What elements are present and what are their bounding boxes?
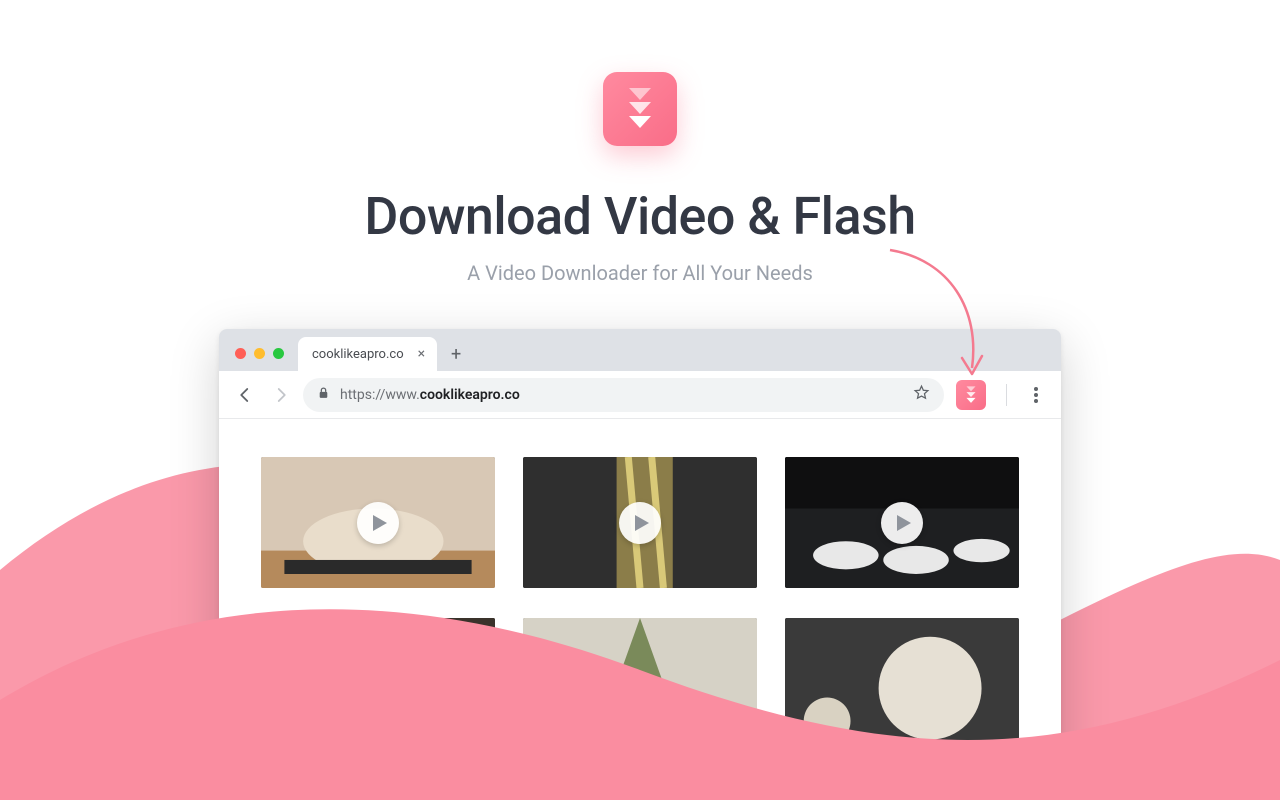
video-thumbnail[interactable] <box>523 618 757 749</box>
play-icon <box>619 502 661 544</box>
window-controls <box>229 348 292 371</box>
toolbar-separator <box>1006 384 1007 406</box>
window-zoom-button[interactable] <box>273 348 284 359</box>
browser-menu-button[interactable] <box>1023 382 1049 408</box>
tab-title: cooklikeapro.co <box>312 347 404 362</box>
browser-tab[interactable]: cooklikeapro.co × <box>298 337 437 371</box>
video-thumbnail[interactable] <box>261 457 495 588</box>
browser-window: cooklikeapro.co × + https://www.cooklike… <box>219 329 1061 800</box>
bookmark-star-icon[interactable] <box>913 384 930 405</box>
address-bar[interactable]: https://www.cooklikeapro.co <box>303 378 944 412</box>
video-thumbnail[interactable] <box>785 457 1019 588</box>
browser-toolbar: https://www.cooklikeapro.co <box>219 371 1061 419</box>
app-icon <box>603 72 677 146</box>
video-thumbnail[interactable] <box>523 457 757 588</box>
extension-icon[interactable] <box>956 380 986 410</box>
play-icon <box>881 502 923 544</box>
lock-icon <box>317 385 330 404</box>
window-close-button[interactable] <box>235 348 246 359</box>
url-text: https://www.cooklikeapro.co <box>340 387 903 403</box>
new-tab-button[interactable]: + <box>443 341 469 367</box>
play-icon <box>357 502 399 544</box>
video-grid <box>261 457 1019 749</box>
page-content <box>219 419 1061 787</box>
video-thumbnail[interactable] <box>785 618 1019 749</box>
page-subtitle: A Video Downloader for All Your Needs <box>467 261 813 285</box>
tab-close-icon[interactable]: × <box>414 346 429 362</box>
forward-button[interactable] <box>267 381 295 409</box>
back-button[interactable] <box>231 381 259 409</box>
video-thumbnail[interactable] <box>261 618 495 749</box>
page-title: Download Video & Flash <box>364 186 915 247</box>
tab-bar: cooklikeapro.co × + <box>219 329 1061 371</box>
window-minimize-button[interactable] <box>254 348 265 359</box>
